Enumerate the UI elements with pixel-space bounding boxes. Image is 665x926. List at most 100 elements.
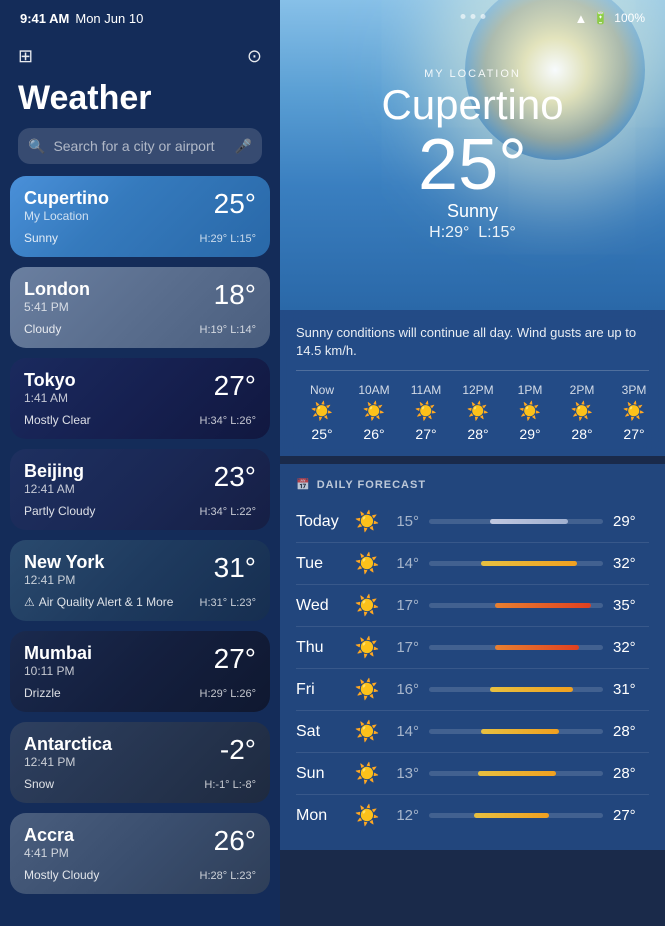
hero-condition: Sunny	[381, 201, 563, 222]
city-high-low: H:31° L:23°	[200, 597, 257, 609]
hourly-time: 11AM	[411, 383, 441, 397]
city-condition: Mostly Cloudy	[24, 868, 99, 882]
daily-rows: Today ☀️ 15° 29° Tue ☀️ 14° 32° Wed ☀️ 1…	[296, 501, 649, 836]
daily-icon: ☀️	[351, 509, 383, 534]
hourly-time: 12PM	[462, 383, 493, 397]
daily-icon: ☀️	[351, 635, 383, 660]
daily-low: 17°	[383, 639, 419, 656]
city-card-accra[interactable]: Accra 4:41 PM 26° Mostly Cloudy H:28° L:…	[10, 813, 270, 894]
city-time: 12:41 AM	[24, 482, 84, 496]
daily-bar-container	[429, 687, 603, 692]
daily-bar	[481, 561, 577, 566]
city-high-low: H:34° L:26°	[200, 415, 257, 427]
status-date: Mon Jun 10	[75, 11, 143, 26]
daily-bar-container	[429, 771, 603, 776]
city-condition: Mostly Clear	[24, 413, 91, 427]
hourly-icon: ☀️	[467, 401, 489, 422]
hourly-item: 12PM ☀️ 28°	[452, 383, 504, 442]
hero-content: MY LOCATION Cupertino 25° Sunny H:29° L:…	[381, 68, 563, 241]
daily-low: 13°	[383, 765, 419, 782]
hourly-time: 3PM	[622, 383, 647, 397]
daily-low: 12°	[383, 807, 419, 824]
city-time: 1:41 AM	[24, 391, 76, 405]
hourly-row: Now ☀️ 25° 10AM ☀️ 26° 11AM ☀️ 27° 12PM …	[296, 383, 649, 442]
hourly-icon: ☀️	[519, 401, 541, 422]
daily-high: 35°	[613, 597, 649, 614]
city-name: Beijing	[24, 461, 84, 482]
daily-icon: ☀️	[351, 551, 383, 576]
daily-bar-container	[429, 519, 603, 524]
city-temp: 25°	[214, 188, 256, 220]
daily-day: Sun	[296, 765, 351, 783]
hourly-icon: ☀️	[363, 401, 385, 422]
right-panel: MY LOCATION Cupertino 25° Sunny H:29° L:…	[280, 0, 665, 926]
daily-high: 32°	[613, 555, 649, 572]
daily-icon: ☀️	[351, 803, 383, 828]
city-condition: Cloudy	[24, 322, 61, 336]
hourly-time: Now	[310, 383, 334, 397]
wifi-icon: ▲	[574, 11, 587, 26]
status-time: 9:41 AM	[20, 11, 69, 26]
daily-day: Fri	[296, 681, 351, 699]
daily-low: 17°	[383, 597, 419, 614]
city-temp: 27°	[214, 643, 256, 675]
hero-high-low: H:29° L:15°	[381, 224, 563, 242]
city-card-london[interactable]: London 5:41 PM 18° Cloudy H:19° L:14°	[10, 267, 270, 348]
daily-icon: ☀️	[351, 677, 383, 702]
city-name: London	[24, 279, 90, 300]
daily-day: Today	[296, 513, 351, 531]
city-time: 5:41 PM	[24, 300, 90, 314]
city-name: New York	[24, 552, 104, 573]
hourly-temp: 27°	[415, 426, 436, 442]
battery-level: 100%	[614, 11, 645, 25]
city-time: 10:11 PM	[24, 664, 92, 678]
daily-high: 28°	[613, 723, 649, 740]
city-high-low: H:29° L:26°	[200, 688, 257, 700]
daily-icon: ☀️	[351, 719, 383, 744]
city-card-cupertino[interactable]: Cupertino My Location 25° Sunny H:29° L:…	[10, 176, 270, 257]
city-high-low: H:29° L:15°	[200, 233, 257, 245]
daily-forecast-row: Sun ☀️ 13° 28°	[296, 753, 649, 795]
sidebar-toggle-icon[interactable]: ⊞	[18, 46, 33, 67]
daily-forecast-row: Mon ☀️ 12° 27°	[296, 795, 649, 836]
battery-icon: 🔋	[593, 11, 608, 25]
daily-bar	[478, 771, 556, 776]
daily-day: Wed	[296, 597, 351, 615]
hourly-temp: 26°	[363, 426, 384, 442]
daily-forecast-row: Wed ☀️ 17° 35°	[296, 585, 649, 627]
left-header: ⊞ ⊙	[0, 36, 280, 75]
hourly-item: 3PM ☀️ 27°	[608, 383, 649, 442]
city-high-low: H:19° L:14°	[200, 324, 257, 336]
city-condition: Sunny	[24, 231, 58, 245]
city-time: 12:41 PM	[24, 573, 104, 587]
calendar-icon: 📅	[296, 478, 311, 491]
app-title: Weather	[0, 75, 280, 128]
city-card-beijing[interactable]: Beijing 12:41 AM 23° Partly Cloudy H:34°…	[10, 449, 270, 530]
city-card-mumbai[interactable]: Mumbai 10:11 PM 27° Drizzle H:29° L:26°	[10, 631, 270, 712]
city-condition: Partly Cloudy	[24, 504, 95, 518]
hourly-icon: ☀️	[623, 401, 645, 422]
search-bar[interactable]: 🔍 Search for a city or airport 🎤	[18, 128, 262, 164]
city-card-antarctica[interactable]: Antarctica 12:41 PM -2° Snow H:-1° L:-8°	[10, 722, 270, 803]
city-card-newyork[interactable]: New York 12:41 PM 31° ⚠ Air Quality Aler…	[10, 540, 270, 621]
microphone-icon[interactable]: 🎤	[235, 138, 252, 155]
alert-icon: ⚠	[24, 595, 35, 609]
daily-bar	[495, 645, 579, 650]
daily-bar	[481, 729, 559, 734]
daily-icon: ☀️	[351, 761, 383, 786]
search-input[interactable]: Search for a city or airport	[53, 138, 226, 154]
city-card-tokyo[interactable]: Tokyo 1:41 AM 27° Mostly Clear H:34° L:2…	[10, 358, 270, 439]
daily-section: 📅 DAILY FORECAST Today ☀️ 15° 29° Tue ☀️…	[280, 464, 665, 850]
daily-low: 14°	[383, 723, 419, 740]
daily-day: Mon	[296, 807, 351, 825]
daily-bar	[495, 603, 591, 608]
hourly-temp: 28°	[467, 426, 488, 442]
city-time: 12:41 PM	[24, 755, 112, 769]
daily-day: Tue	[296, 555, 351, 573]
daily-low: 15°	[383, 513, 419, 530]
city-time: 4:41 PM	[24, 846, 74, 860]
status-bar: 9:41 AM Mon Jun 10 ▲ 🔋 100%	[0, 0, 665, 36]
more-options-button[interactable]: ⊙	[247, 46, 262, 67]
hourly-item: 10AM ☀️ 26°	[348, 383, 400, 442]
city-condition: ⚠ Air Quality Alert & 1 More	[24, 595, 173, 609]
